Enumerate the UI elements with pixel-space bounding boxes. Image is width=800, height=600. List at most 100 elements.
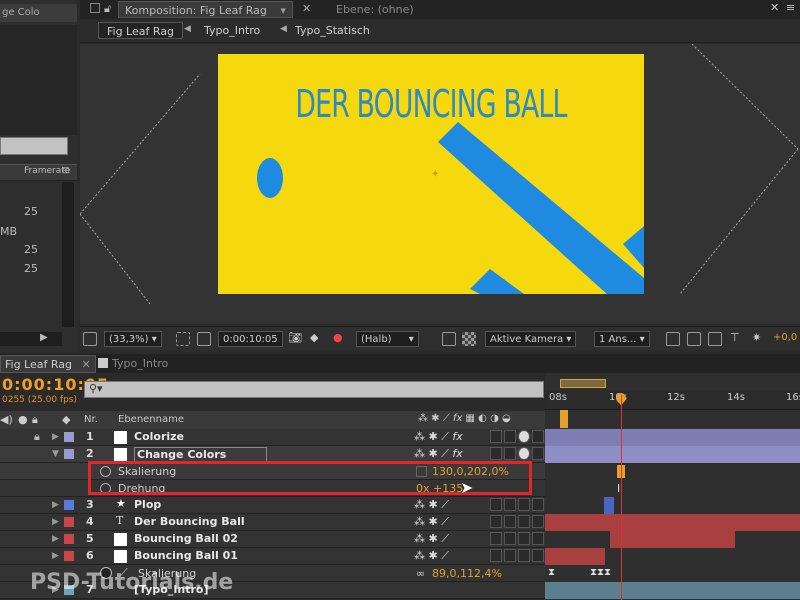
layer-switches[interactable]: ⁂ ✱ ⟋	[414, 532, 494, 547]
ball-shape	[257, 158, 283, 198]
layer-switches[interactable]: ⁂ ✱ ⟋	[414, 515, 494, 530]
layer-bar[interactable]	[545, 429, 800, 446]
expand-icon[interactable]: ▶	[52, 517, 59, 527]
expand-icon[interactable]: ▶	[52, 551, 59, 561]
views-dropdown[interactable]: 1 Ans... ▾	[594, 331, 650, 347]
label-color[interactable]	[64, 432, 74, 442]
expand-icon[interactable]: ▶	[52, 432, 59, 442]
anchor-point-icon: ✦	[431, 169, 439, 180]
layer-name[interactable]: Colorize	[134, 430, 184, 443]
project-search-input[interactable]	[0, 137, 68, 155]
expand-icon[interactable]: ▶	[52, 500, 59, 510]
exposure-value[interactable]: +0,0	[773, 332, 797, 343]
column-nr[interactable]: Nr.	[84, 414, 98, 425]
layer-search-input[interactable]: ⚲▾	[84, 381, 544, 398]
snapshot-icon[interactable]: 📷︎	[288, 331, 302, 344]
timeline-icon[interactable]	[708, 332, 722, 346]
layer-row[interactable]: ▶ 5 Bouncing Ball 02 ⁂ ✱ ⟋	[0, 531, 545, 548]
in-point-marker[interactable]	[560, 410, 568, 428]
project-hscrollbar[interactable]	[0, 332, 62, 346]
layer-number: 6	[86, 549, 94, 562]
label-color[interactable]	[64, 500, 74, 510]
project-row[interactable]: 25	[0, 259, 62, 279]
safe-margins-icon[interactable]	[176, 332, 190, 346]
exposure-icon[interactable]: ✷	[752, 331, 761, 344]
current-time-indicator[interactable]	[621, 395, 622, 600]
label-color[interactable]	[64, 449, 74, 459]
project-row[interactable]: 25	[0, 240, 62, 260]
layer-switches[interactable]: ⁂ ✱ ⟋ fx	[414, 430, 494, 445]
audio-icon[interactable]: ◀)	[0, 413, 13, 426]
tab-composition[interactable]: Komposition: Fig Leaf Rag ▾	[118, 1, 293, 18]
layer-name[interactable]: Der Bouncing Ball	[134, 515, 245, 528]
layer-bar[interactable]	[604, 497, 614, 514]
layer-bar[interactable]	[545, 548, 605, 565]
lock-icon[interactable]: 🔓︎	[104, 2, 111, 16]
layer-row[interactable]: ▶ 3 ★ Plop ⁂ ✱ ⟋	[0, 497, 545, 514]
layer-name[interactable]: Bouncing Ball 01	[134, 549, 238, 562]
layer-row[interactable]: 🔒︎ ▶ 1 Colorize ⁂ ✱ ⟋ fx	[0, 429, 545, 446]
expand-icon[interactable]: ▶	[52, 534, 59, 544]
layer-row[interactable]: ▶ 6 Bouncing Ball 01 ⁂ ✱ ⟋	[0, 548, 545, 565]
layer-name[interactable]: Change Colors	[134, 447, 268, 462]
panel-close-icon[interactable]: ✕	[770, 1, 779, 14]
solo-icon[interactable]: ●	[18, 413, 28, 426]
panel-options-icon[interactable]: ≡	[786, 1, 795, 14]
show-snapshot-icon[interactable]: ◆	[310, 331, 318, 344]
layer-switches[interactable]: ⁂ ✱ ⟋	[414, 498, 494, 513]
label-color[interactable]	[64, 517, 74, 527]
tab-layer[interactable]: Ebene: (ohne)	[336, 3, 414, 16]
breadcrumb-item-fig-leaf-rag[interactable]: Fig Leaf Rag	[98, 22, 183, 39]
tab-close-icon[interactable]: ✕	[302, 2, 311, 15]
breadcrumb-item-typo-statisch[interactable]: Typo_Statisch	[295, 22, 370, 39]
panel-menu-icon[interactable]	[90, 3, 100, 13]
layer-row[interactable]: ▶ 4 T Der Bouncing Ball ⁂ ✱ ⟋	[0, 514, 545, 531]
project-row[interactable]: MB	[0, 222, 62, 242]
tab-typo-intro[interactable]: Typo_Intro	[112, 357, 168, 370]
label-color[interactable]	[64, 551, 74, 561]
flowchart-icon[interactable]: ⊤	[730, 331, 740, 344]
zoom-dropdown[interactable]: (33,3%) ▾	[104, 331, 162, 347]
label-color[interactable]	[64, 534, 74, 544]
current-time-display[interactable]: 0:00:10:05	[218, 331, 283, 347]
work-area-bar[interactable]	[560, 379, 606, 388]
column-options-icon[interactable]: ⊞	[62, 166, 70, 176]
layer-switches[interactable]: ⁂ ✱ ⟋ fx	[414, 447, 494, 462]
layer-switches[interactable]: ⁂ ✱ ⟋	[414, 549, 494, 564]
column-layer-name[interactable]: Ebenenname	[118, 414, 184, 425]
watermark: PSD-Tutorials.de	[30, 570, 234, 595]
region-of-interest-icon[interactable]	[442, 332, 456, 346]
preview-toggle-icon[interactable]	[83, 332, 97, 346]
resolution-dropdown[interactable]: (Halb) ▾	[356, 331, 419, 347]
ruler-tick: 16s	[786, 392, 800, 403]
scroll-right-icon[interactable]: ▶	[40, 332, 48, 343]
composition-frame[interactable]: DER BOUNCING BALL ✦	[218, 54, 644, 294]
keyframe-icon[interactable]: I	[617, 482, 620, 495]
mask-toggle-icon[interactable]	[197, 332, 211, 346]
layer-bar[interactable]	[545, 446, 800, 463]
layer-name[interactable]: Bouncing Ball 02	[134, 532, 238, 545]
link-icon[interactable]: ∞	[416, 567, 425, 580]
layer-name[interactable]: Plop	[134, 498, 161, 511]
label-icon[interactable]: ◆	[62, 413, 70, 426]
keyframe-icon[interactable]: ⧗⧗⧗	[590, 567, 611, 578]
channel-icon[interactable]: ●	[333, 331, 343, 344]
project-row[interactable]: 25	[0, 202, 62, 222]
toggle-pixel-icon[interactable]	[666, 332, 680, 346]
lock-icon[interactable]: 🔒︎	[34, 430, 40, 444]
project-scrollbar[interactable]	[62, 182, 74, 327]
magnifier-icon: ⚲▾	[89, 382, 103, 395]
collapse-icon[interactable]: ▼	[52, 449, 59, 459]
fast-preview-icon[interactable]	[687, 332, 701, 346]
breadcrumb: Fig Leaf Rag ◀ Typo_Intro ◀ Typo_Statisc…	[80, 19, 800, 43]
breadcrumb-item-typo-intro[interactable]: Typo_Intro	[204, 22, 260, 39]
camera-dropdown[interactable]: Aktive Kamera ▾	[485, 331, 577, 347]
transparency-grid-icon[interactable]	[462, 332, 476, 346]
layer-bar[interactable]	[545, 514, 800, 531]
tab-fig-leaf-rag[interactable]: Fig Leaf Rag ✕	[0, 355, 96, 373]
layer-bar[interactable]	[610, 531, 735, 548]
layer-bar[interactable]	[545, 582, 800, 599]
keyframe-icon[interactable]: ⧗	[548, 567, 555, 578]
lock-icon[interactable]: 🔒︎	[32, 413, 38, 427]
layer-number: 5	[86, 532, 94, 545]
